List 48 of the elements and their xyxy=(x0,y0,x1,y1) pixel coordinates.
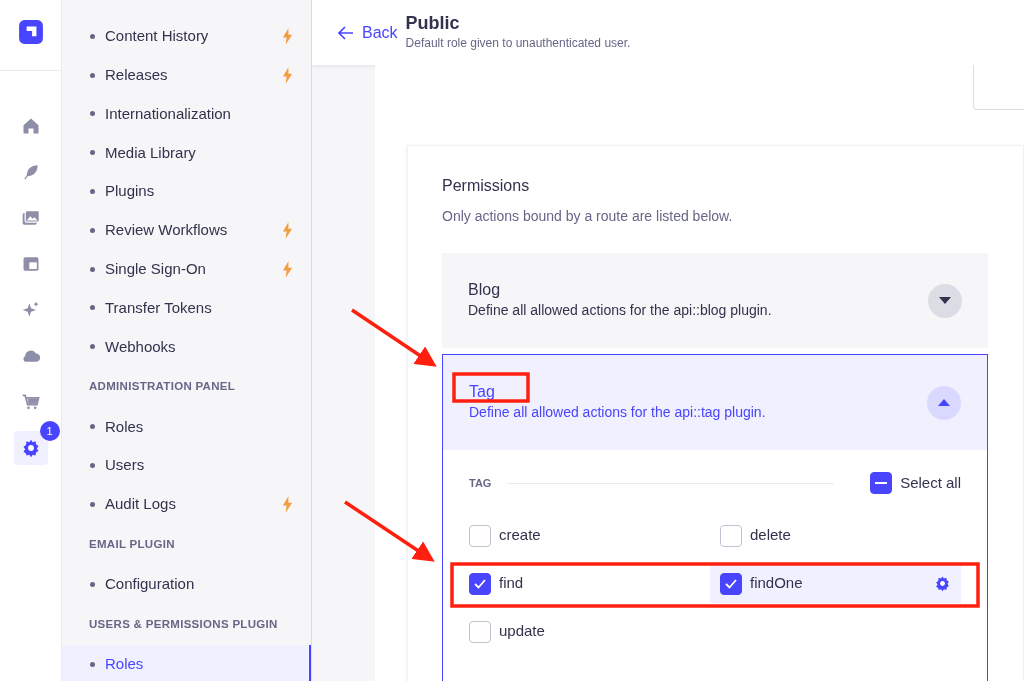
notification-badge: 1 xyxy=(39,421,60,441)
action-checkbox[interactable]: create xyxy=(469,524,700,547)
accordion-header[interactable]: Blog Define all allowed actions for the api::blog plugin. xyxy=(442,253,988,348)
group-name: Tag xyxy=(469,382,495,402)
caret-icon xyxy=(939,297,951,304)
sidebar-link[interactable]: Internationalization xyxy=(62,94,311,134)
images-icon xyxy=(20,208,41,228)
minus-icon xyxy=(875,482,888,485)
sidebar-link[interactable]: Plugins xyxy=(62,172,311,211)
collapse-button[interactable] xyxy=(927,385,961,420)
select-all-checkbox[interactable]: Select all xyxy=(870,472,961,495)
back-link[interactable]: Back xyxy=(338,21,398,45)
sidebar-link[interactable]: Content History xyxy=(62,17,311,56)
action-checkbox[interactable]: update xyxy=(469,620,700,643)
group-description: Define all allowed actions for the api::blog plugin. xyxy=(468,301,772,320)
sidebar-link[interactable]: Configuration xyxy=(62,565,311,604)
sidebar-link[interactable]: Media Library xyxy=(62,133,311,173)
sidebar-link[interactable]: Review Workflows xyxy=(62,211,311,250)
section-heading: USERS & PERMISSIONS PLUGIN xyxy=(88,616,279,632)
check-icon xyxy=(725,578,737,589)
card-title: Permissions xyxy=(442,176,531,196)
card-subtitle: Only actions bound by a route are listed below. xyxy=(442,207,734,226)
accordion-header[interactable]: Tag Define all allowed actions for the api::tag plugin. xyxy=(443,355,987,450)
section-heading: ADMINISTRATION PANEL xyxy=(88,379,237,395)
sidebar-link[interactable]: Audit Logs xyxy=(62,485,311,524)
section-label: TAG xyxy=(469,476,492,491)
action-checkbox[interactable]: find xyxy=(469,572,700,595)
sidebar-link[interactable]: Roles xyxy=(62,407,311,447)
sidebar-link[interactable]: Users xyxy=(62,446,311,485)
cart-icon xyxy=(20,392,41,412)
caret-icon xyxy=(938,399,950,406)
nav-item[interactable] xyxy=(13,431,48,465)
expand-button[interactable] xyxy=(928,283,962,318)
sidebar-link[interactable]: Releases xyxy=(62,55,311,95)
settings-icon[interactable] xyxy=(934,575,951,592)
group-name: Blog xyxy=(468,280,501,300)
sidebar-link[interactable]: Single Sign-On xyxy=(62,249,311,289)
sidebar-link[interactable]: Transfer Tokens xyxy=(62,288,311,328)
group-description: Define all allowed actions for the api::tag plugin. xyxy=(469,403,766,422)
page-subtitle: Default role given to unauthenticated user. xyxy=(405,35,631,52)
check-icon xyxy=(474,578,486,589)
action-checkbox[interactable]: delete xyxy=(720,524,951,547)
page-title: Public xyxy=(405,12,461,34)
sidebar-link[interactable]: Webhooks xyxy=(62,327,311,367)
section-heading: EMAIL PLUGIN xyxy=(88,536,176,552)
sidebar-link[interactable]: Roles xyxy=(62,645,311,681)
logo-icon xyxy=(17,19,44,45)
arrow-left-icon xyxy=(338,26,354,40)
